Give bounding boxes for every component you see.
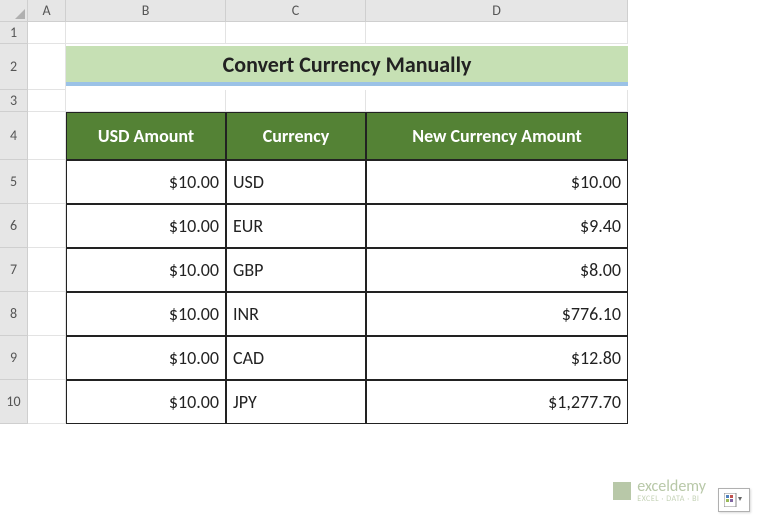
cell-B6[interactable]: $10.00: [66, 204, 226, 248]
cell-A5[interactable]: [28, 160, 66, 204]
cell-C5[interactable]: USD: [226, 160, 366, 204]
row-header-10[interactable]: 10: [0, 380, 28, 424]
watermark-tag: EXCEL · DATA · BI: [637, 494, 706, 504]
cell-C1[interactable]: [226, 22, 366, 44]
row-header-6[interactable]: 6: [0, 204, 28, 248]
col-header-D[interactable]: D: [366, 0, 628, 22]
cell-B8[interactable]: $10.00: [66, 292, 226, 336]
row-header-3[interactable]: 3: [0, 90, 28, 112]
paste-options-button[interactable]: [718, 488, 750, 512]
select-all-corner[interactable]: [0, 0, 28, 22]
cell-D1[interactable]: [366, 22, 628, 44]
cell-A9[interactable]: [28, 336, 66, 380]
page-title[interactable]: Convert Currency Manually: [66, 46, 628, 86]
row-header-8[interactable]: 8: [0, 292, 28, 336]
cell-B1[interactable]: [66, 22, 226, 44]
row-header-9[interactable]: 9: [0, 336, 28, 380]
cell-C10[interactable]: JPY: [226, 380, 366, 424]
cell-B7[interactable]: $10.00: [66, 248, 226, 292]
cell-C7[interactable]: GBP: [226, 248, 366, 292]
cell-B9[interactable]: $10.00: [66, 336, 226, 380]
cell-D7[interactable]: $8.00: [366, 248, 628, 292]
col-header-C[interactable]: C: [226, 0, 366, 22]
cell-B5[interactable]: $10.00: [66, 160, 226, 204]
cell-A10[interactable]: [28, 380, 66, 424]
row-header-1[interactable]: 1: [0, 22, 28, 44]
cell-C8[interactable]: INR: [226, 292, 366, 336]
cell-D9[interactable]: $12.80: [366, 336, 628, 380]
cell-A2[interactable]: [28, 44, 66, 90]
cell-D8[interactable]: $776.10: [366, 292, 628, 336]
row-header-5[interactable]: 5: [0, 160, 28, 204]
spreadsheet-grid: A B C D 1 2 Convert Currency Manually 3 …: [0, 0, 768, 424]
cell-B10[interactable]: $10.00: [66, 380, 226, 424]
row-header-7[interactable]: 7: [0, 248, 28, 292]
col-header-A[interactable]: A: [28, 0, 66, 22]
cell-A8[interactable]: [28, 292, 66, 336]
cell-A3[interactable]: [28, 90, 66, 112]
th-usd-amount[interactable]: USD Amount: [66, 112, 226, 160]
cell-C3[interactable]: [226, 90, 366, 112]
cell-D6[interactable]: $9.40: [366, 204, 628, 248]
brand-icon: [613, 482, 631, 500]
th-new-amount[interactable]: New Currency Amount: [366, 112, 628, 160]
cell-C6[interactable]: EUR: [226, 204, 366, 248]
cell-D3[interactable]: [366, 90, 628, 112]
cell-A4[interactable]: [28, 112, 66, 160]
cell-B3[interactable]: [66, 90, 226, 112]
cell-D5[interactable]: $10.00: [366, 160, 628, 204]
cell-C9[interactable]: CAD: [226, 336, 366, 380]
cell-A7[interactable]: [28, 248, 66, 292]
row-header-2[interactable]: 2: [0, 44, 28, 90]
cell-A1[interactable]: [28, 22, 66, 44]
th-currency[interactable]: Currency: [226, 112, 366, 160]
watermark: exceldemy EXCEL · DATA · BI: [613, 477, 706, 504]
cell-D10[interactable]: $1,277.70: [366, 380, 628, 424]
row-header-4[interactable]: 4: [0, 112, 28, 160]
col-header-B[interactable]: B: [66, 0, 226, 22]
cell-A6[interactable]: [28, 204, 66, 248]
paste-options-icon: [724, 493, 744, 507]
